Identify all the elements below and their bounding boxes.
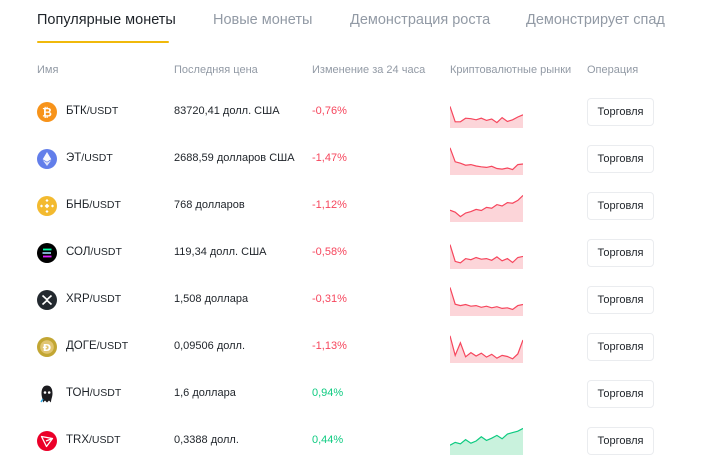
- change-24h: -0,76%: [312, 105, 347, 117]
- base-asset: ТОН: [66, 387, 90, 399]
- quote-asset: /USDT: [81, 152, 113, 164]
- ethereum-icon: [37, 149, 57, 169]
- svg-text:Ð: Ð: [43, 343, 51, 354]
- pair-label: СОЛ/USDT: [66, 246, 122, 258]
- change-24h: 0,44%: [312, 434, 344, 446]
- trade-button[interactable]: Торговля: [587, 98, 654, 126]
- sparkline-chart: [450, 287, 523, 316]
- trade-button[interactable]: Торговля: [587, 380, 654, 408]
- change-24h: 0,94%: [312, 387, 344, 399]
- quote-asset: /USDT: [89, 387, 122, 399]
- table-row[interactable]: ЭТ/USDT 2688,59 долларов США -1,47% Торг…: [0, 137, 720, 184]
- bitcoin-icon: ₿: [37, 102, 57, 122]
- toncoin-icon: [37, 384, 57, 404]
- base-asset: XRP: [66, 293, 90, 305]
- base-asset: ДОГЕ: [66, 340, 97, 352]
- last-price: 0,09506 долл.: [174, 340, 246, 352]
- trade-button[interactable]: Торговля: [587, 427, 654, 455]
- xrp-icon: [37, 290, 57, 310]
- last-price: 119,34 долл. США: [174, 246, 267, 258]
- change-24h: -1,13%: [312, 340, 347, 352]
- tron-icon: [37, 431, 57, 451]
- last-price: 1,508 доллара: [174, 293, 249, 305]
- sparkline-chart: [450, 106, 523, 128]
- table-row[interactable]: БНБ/USDT 768 долларов -1,12% Торговля: [0, 184, 720, 231]
- tab-top-losers[interactable]: Демонстрирует спад: [526, 12, 665, 28]
- table-row[interactable]: TRX/USDT 0,3388 долл. 0,44% Торговля: [0, 419, 720, 455]
- last-price: 83720,41 долл. США: [174, 105, 280, 117]
- trade-button[interactable]: Торговля: [587, 239, 654, 267]
- sparkline-chart: [450, 244, 523, 269]
- market-tabs: Популярные монеты Новые монеты Демонстра…: [0, 0, 720, 44]
- tab-popular-coins[interactable]: Популярные монеты: [37, 12, 176, 28]
- column-header-operation: Операция: [587, 64, 639, 76]
- table-row[interactable]: ₿ БТК/USDT 83720,41 долл. США -0,76% Тор…: [0, 90, 720, 137]
- quote-asset: /USDT: [90, 246, 122, 258]
- active-tab-indicator: [37, 41, 169, 43]
- bnb-icon: [37, 196, 57, 216]
- base-asset: БТК: [66, 105, 87, 117]
- table-row[interactable]: ТОН/USDT 1,6 доллара 0,94% Торговля: [0, 372, 720, 419]
- change-24h: -1,47%: [312, 152, 347, 164]
- sparkline-area: [450, 287, 523, 316]
- svg-text:₿: ₿: [42, 106, 52, 120]
- quote-asset: /USDT: [89, 434, 121, 446]
- column-header-change-24h: Изменение за 24 часа: [312, 64, 426, 76]
- sparkline-area: [450, 106, 523, 128]
- base-asset: СОЛ: [66, 246, 91, 258]
- quote-asset: /USDT: [89, 199, 121, 211]
- quote-asset: /USDT: [96, 340, 129, 352]
- sparkline-area: [450, 195, 523, 222]
- column-header-last-price: Последняя цена: [174, 64, 258, 76]
- solana-icon: [37, 243, 57, 263]
- sparkline-chart: [450, 427, 523, 455]
- sparkline-line: [450, 106, 523, 124]
- table-row[interactable]: XRP/USDT 1,508 доллара -0,31% Торговля: [0, 278, 720, 325]
- quote-asset: /USDT: [86, 105, 119, 117]
- trade-button[interactable]: Торговля: [587, 145, 654, 173]
- pair-label: ТОН/USDT: [66, 387, 121, 399]
- sparkline-area: [450, 244, 523, 269]
- last-price: 1,6 доллара: [174, 387, 236, 399]
- dogecoin-icon: Ð: [37, 337, 57, 357]
- pair-label: БТК/USDT: [66, 105, 118, 117]
- change-24h: -0,58%: [312, 246, 347, 258]
- change-24h: -0,31%: [312, 293, 347, 305]
- pair-label: ЭТ/USDT: [66, 152, 113, 164]
- tab-new-coins[interactable]: Новые монеты: [213, 12, 312, 28]
- sparkline-chart: [450, 147, 523, 175]
- sparkline-chart: [450, 378, 523, 410]
- last-price: 2688,59 долларов США: [174, 152, 295, 164]
- base-asset: TRX: [66, 434, 89, 446]
- last-price: 768 долларов: [174, 199, 245, 211]
- sparkline-chart: [450, 194, 523, 222]
- tab-top-gainers[interactable]: Демонстрация роста: [350, 12, 490, 28]
- pair-label: XRP/USDT: [66, 293, 121, 305]
- column-header-name: Имя: [37, 64, 59, 76]
- trade-button[interactable]: Торговля: [587, 286, 654, 314]
- table-row[interactable]: Ð ДОГЕ/USDT 0,09506 долл. -1,13% Торговл…: [0, 325, 720, 372]
- quote-asset: /USDT: [89, 293, 122, 305]
- sparkline-area: [450, 147, 523, 175]
- sparkline-chart: [450, 335, 523, 363]
- base-asset: БНБ: [66, 199, 90, 211]
- trade-button[interactable]: Торговля: [587, 192, 654, 220]
- pair-label: БНБ/USDT: [66, 199, 121, 211]
- change-24h: -1,12%: [312, 199, 347, 211]
- column-header-markets: Криптовалютные рынки: [450, 64, 572, 76]
- base-asset: ЭТ: [66, 152, 82, 164]
- trade-button[interactable]: Торговля: [587, 333, 654, 361]
- pair-label: ДОГЕ/USDT: [66, 340, 128, 352]
- table-row[interactable]: СОЛ/USDT 119,34 долл. США -0,58% Торговл…: [0, 231, 720, 278]
- pair-label: TRX/USDT: [66, 434, 121, 446]
- last-price: 0,3388 долл.: [174, 434, 239, 446]
